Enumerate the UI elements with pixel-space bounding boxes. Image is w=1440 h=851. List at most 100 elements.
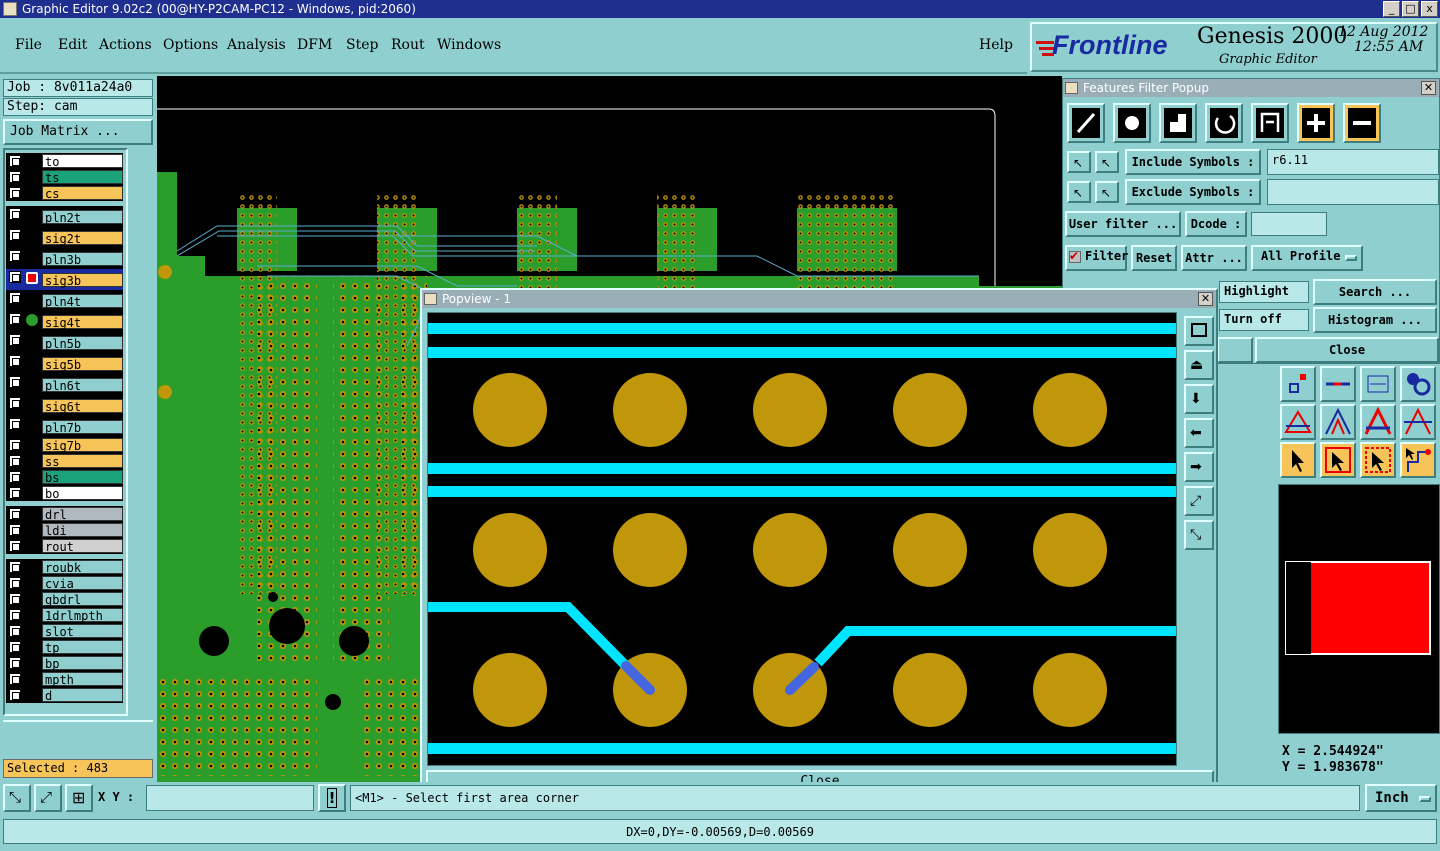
layer-checkbox[interactable] [9,524,21,536]
layer-checkbox[interactable] [9,455,21,467]
zoom-home-button[interactable] [1184,316,1214,346]
select-net-button[interactable] [1400,442,1436,478]
layer-checkbox[interactable] [9,292,21,304]
layer-checkbox[interactable] [9,171,21,183]
text-feature-button[interactable] [1251,103,1289,143]
layer-checkbox[interactable] [9,271,21,283]
negative-polarity-button[interactable] [1343,103,1381,143]
search-button[interactable]: Search ... [1313,279,1437,305]
shapes-tool-button[interactable] [1400,366,1436,402]
menu-dfm[interactable]: DFM [297,37,332,53]
filter-close-icon[interactable]: ✕ [1421,81,1436,95]
grid-button[interactable]: ⊞ [65,784,93,812]
xy-input[interactable] [146,785,314,811]
menu-options[interactable]: Options [163,37,218,53]
layer-row-gbdrl[interactable]: gbdrl [6,591,123,607]
overview-map[interactable] [1278,484,1440,734]
layer-row-ldi[interactable]: ldi [6,522,123,538]
pan-right-button[interactable]: ➡ [1184,452,1214,482]
layer-row-sig7b[interactable]: sig7b [6,437,123,453]
menu-step[interactable]: Step [346,37,378,53]
layer-checkbox[interactable] [9,641,21,653]
layer-row-1drlmpth[interactable]: 1drlmpth [6,607,123,623]
menu-analysis[interactable]: Analysis [227,37,286,53]
select-box-button[interactable] [1320,442,1356,478]
layer-checkbox[interactable] [9,439,21,451]
turn-off-field[interactable]: Turn off [1219,309,1309,331]
layer-row-sig5b[interactable]: sig5b [6,353,123,374]
layer-checkbox[interactable] [9,208,21,220]
menu-file[interactable]: File [15,37,42,53]
layer-checkbox[interactable] [9,657,21,669]
attr-button[interactable]: Attr ... [1181,245,1247,271]
positive-polarity-button[interactable] [1297,103,1335,143]
zoom-out-button[interactable]: ⤡ [1184,520,1214,550]
highlight-field[interactable]: Highlight [1219,281,1309,303]
layer-checkbox[interactable] [9,609,21,621]
layer-row-bp[interactable]: bp [6,655,123,671]
layer-checkbox[interactable] [9,689,21,701]
pan-left-button[interactable]: ⬅ [1184,418,1214,448]
menu-edit[interactable]: Edit [58,37,87,53]
snap-tool-button[interactable] [1280,366,1316,402]
layer-checkbox[interactable] [9,355,21,367]
layer-checkbox[interactable] [9,593,21,605]
filter-apply-button[interactable] [1217,337,1253,363]
unit-dropdown[interactable]: Inch [1365,784,1437,812]
layer-row-pln3b[interactable]: pln3b [6,248,123,269]
triangle-tool-button[interactable] [1280,404,1316,440]
include-pick-button[interactable]: ↖ [1067,151,1091,173]
layer-row-pln7b[interactable]: pln7b [6,416,123,437]
reset-button[interactable]: Reset [1131,245,1177,271]
layer-row-bo[interactable]: bo [6,485,123,501]
layer-row-ts[interactable]: ts [6,169,123,185]
layer-row-pln4t[interactable]: pln4t [6,290,123,311]
triangle-outline-button[interactable] [1320,404,1356,440]
arc-feature-button[interactable] [1205,103,1243,143]
profile-dropdown[interactable]: All Profile [1251,245,1363,271]
layer-row-pln5b[interactable]: pln5b [6,332,123,353]
layer-checkbox[interactable] [9,376,21,388]
layer-row-ss[interactable]: ss [6,453,123,469]
job-matrix-button[interactable]: Job Matrix ... [3,119,153,145]
layer-row-pln2t[interactable]: pln2t [6,206,123,227]
measure-line-button[interactable] [1320,366,1356,402]
layer-checkbox[interactable] [9,155,21,167]
layer-checkbox[interactable] [9,250,21,262]
layer-row-mpth[interactable]: mpth [6,671,123,687]
layer-checkbox[interactable] [9,487,21,499]
include-symbols-input[interactable]: r6.11 [1267,149,1439,175]
layer-checkbox[interactable] [9,673,21,685]
zoom-area-button[interactable]: ⤢ [34,784,62,812]
pad-feature-button[interactable] [1113,103,1151,143]
user-filter-button[interactable]: User filter ... [1065,211,1181,237]
alert-button[interactable]: ! [318,784,346,812]
layer-row-rout[interactable]: rout [6,538,123,554]
arch-tool-button[interactable] [1360,404,1396,440]
layer-row-sig2t[interactable]: sig2t [6,227,123,248]
select-tool-button[interactable] [1280,442,1316,478]
layer-checkbox[interactable] [9,397,21,409]
include-pick2-button[interactable]: ↖ [1095,151,1119,173]
select-area-button[interactable] [1360,442,1396,478]
layer-row-cs[interactable]: cs [6,185,123,201]
layer-checkbox[interactable] [9,229,21,241]
layer-row-sig6t[interactable]: sig6t [6,395,123,416]
menu-help[interactable]: Help [979,37,1013,53]
layer-checkbox[interactable] [9,540,21,552]
layer-row-d[interactable]: d [6,687,123,703]
menu-actions[interactable]: Actions [99,37,152,53]
popview-close-icon[interactable]: ✕ [1198,292,1213,306]
exclude-pick-button[interactable]: ↖ [1067,181,1091,203]
layer-row-roubk[interactable]: roubk [6,559,123,575]
popview-canvas[interactable] [427,312,1177,766]
maximize-button[interactable]: □ [1402,1,1419,17]
arch-measure-button[interactable] [1400,404,1436,440]
zoom-in-button[interactable]: ⤢ [1184,486,1214,516]
layer-checkbox[interactable] [9,625,21,637]
layer-row-pln6t[interactable]: pln6t [6,374,123,395]
layer-row-tp[interactable]: tp [6,639,123,655]
layer-checkbox[interactable] [9,418,21,430]
line-feature-button[interactable] [1067,103,1105,143]
layer-checkbox[interactable] [9,334,21,346]
